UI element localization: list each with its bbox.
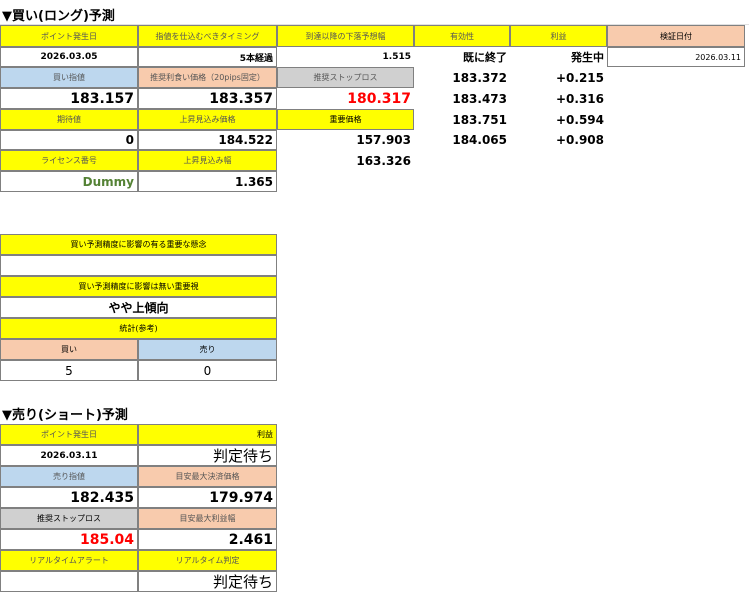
important-price-value: 157.903 bbox=[356, 133, 411, 147]
sell-limit-label: 売り指値 bbox=[0, 466, 138, 487]
factor-high-value bbox=[0, 255, 277, 276]
stats-buy-value: 5 bbox=[0, 360, 138, 381]
short-stop-loss-label: 推奨ストップロス bbox=[0, 508, 138, 529]
short-point-date-value: 2026.03.11 bbox=[0, 445, 138, 466]
realtime-alert-value bbox=[0, 571, 138, 592]
important-price-label: 重要価格 bbox=[277, 109, 414, 130]
ladder-price-2: 183.473 bbox=[452, 91, 507, 106]
short-stop-loss-value: 185.04 bbox=[0, 529, 138, 550]
long-point-date-value: 2026.03.05 bbox=[0, 47, 138, 67]
max-profit-value: 2.461 bbox=[138, 529, 277, 550]
short-heading: ▼売り(ショート)予測 bbox=[2, 407, 128, 423]
buy-limit-label: 買い指値 bbox=[0, 67, 138, 88]
factor-high-label: 買い予測精度に影響の有る重要な懸念 bbox=[0, 234, 277, 255]
take-profit-value: 183.357 bbox=[138, 88, 277, 109]
stats-label: 統計(参考) bbox=[0, 318, 277, 339]
max-profit-label: 目安最大利益幅 bbox=[138, 508, 277, 529]
ladder-price-1: 183.372 bbox=[452, 70, 507, 85]
long-verify-date-header: 検証日付 bbox=[607, 25, 745, 47]
short-profit-value: 判定待ち bbox=[138, 445, 277, 466]
long-entry-timing-value: 5本経過 bbox=[138, 47, 277, 67]
factor-low-label: 買い予測精度に影響は無い重要視 bbox=[0, 276, 277, 297]
long-heading: ▼買い(ロング)予測 bbox=[2, 8, 115, 24]
ladder-gain-3: +0.594 bbox=[555, 112, 604, 127]
expected-value: 0 bbox=[0, 130, 138, 150]
stop-loss-label: 推奨ストップロス bbox=[277, 67, 414, 88]
trend-value: やや上傾向 bbox=[0, 297, 277, 318]
stop-loss-value: 180.317 bbox=[347, 90, 411, 107]
ladder-gain-1: +0.215 bbox=[555, 70, 604, 85]
long-profit-header: 利益 bbox=[510, 25, 607, 47]
ladder-gain-4: +0.908 bbox=[555, 133, 604, 147]
long-profit-value: 発生中 bbox=[571, 51, 604, 64]
take-profit-label: 推奨利食い価格（20pips固定） bbox=[138, 67, 277, 88]
sell-limit-value: 182.435 bbox=[0, 487, 138, 508]
target-price-label: 目安最大決済価格 bbox=[138, 466, 277, 487]
ladder-gain-2: +0.316 bbox=[555, 91, 604, 106]
stats-sell-value: 0 bbox=[138, 360, 277, 381]
rise-price-label: 上昇見込み価格 bbox=[138, 109, 277, 130]
buy-limit-value: 183.157 bbox=[0, 88, 138, 109]
long-drop-forecast-value: 1.515 bbox=[382, 52, 411, 62]
ladder-price-3: 183.751 bbox=[452, 112, 507, 127]
rise-width-value: 1.365 bbox=[138, 171, 277, 192]
rise-width-label: 上昇見込み幅 bbox=[138, 150, 277, 171]
rise-price-value: 184.522 bbox=[138, 130, 277, 150]
stats-buy-label: 買い bbox=[0, 339, 138, 360]
long-verify-date-value: 2026.03.11 bbox=[607, 47, 745, 67]
license-label: ライセンス番号 bbox=[0, 150, 138, 171]
short-point-date-label: ポイント発生日 bbox=[0, 424, 138, 445]
short-profit-label: 利益 bbox=[138, 424, 277, 445]
long-validity-header: 有効性 bbox=[414, 25, 510, 47]
important-price-2-value: 163.326 bbox=[356, 153, 411, 168]
stats-sell-label: 売り bbox=[138, 339, 277, 360]
realtime-judge-value: 判定待ち bbox=[138, 571, 277, 592]
long-validity-value: 既に終了 bbox=[463, 51, 507, 64]
realtime-alert-label: リアルタイムアラート bbox=[0, 550, 138, 571]
long-point-date-header: ポイント発生日 bbox=[0, 25, 138, 47]
long-entry-timing-header: 指値を仕込むべきタイミング bbox=[138, 25, 277, 47]
expected-value-label: 期待値 bbox=[0, 109, 138, 130]
ladder-price-4: 184.065 bbox=[452, 133, 507, 147]
target-price-value: 179.974 bbox=[138, 487, 277, 508]
license-value[interactable]: Dummy bbox=[0, 171, 138, 192]
realtime-judge-label: リアルタイム判定 bbox=[138, 550, 277, 571]
long-drop-forecast-header: 到達以降の下落予想幅 bbox=[277, 25, 414, 47]
